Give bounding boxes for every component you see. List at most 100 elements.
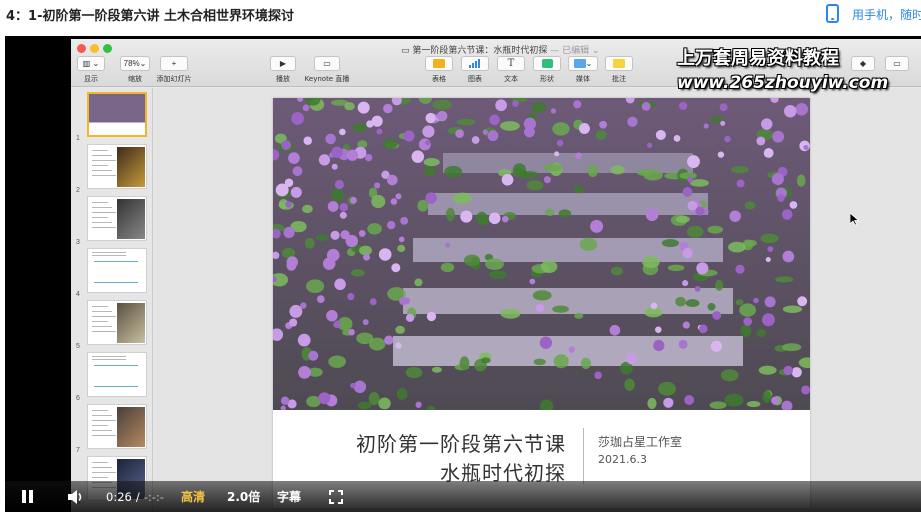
- slide-thumbnail[interactable]: [87, 248, 147, 293]
- table-button[interactable]: [425, 56, 453, 71]
- thumbnail-text-line: [92, 425, 108, 426]
- slide-photo-stairs-flowers: [273, 98, 810, 410]
- text-icon: T: [507, 58, 515, 69]
- page-title: 4：1-初阶第一阶段第六讲 土木合相世界环境探讨: [6, 9, 295, 24]
- slide-thumbnail-row[interactable]: 3: [71, 196, 152, 246]
- thumbnail-text-line: [92, 222, 112, 223]
- speed-button[interactable]: 2.0倍: [227, 481, 260, 512]
- slide-thumbnail[interactable]: [87, 300, 147, 345]
- page-header: 4：1-初阶第一阶段第六讲 土木合相世界环境探讨 用手机，随时: [0, 0, 921, 28]
- zoom-select[interactable]: 78% ⌄: [120, 56, 150, 71]
- pause-icon[interactable]: [22, 481, 36, 512]
- time-separator: /: [135, 489, 140, 504]
- slide-thumbnail-row[interactable]: 2: [71, 144, 152, 194]
- comment-label: 批注: [612, 75, 626, 83]
- thumbnail-text-line: [92, 356, 126, 357]
- thumbnail-text-line: [92, 155, 112, 156]
- slide-thumbnail[interactable]: [87, 404, 147, 449]
- thumbnail-text-line: [92, 430, 112, 431]
- thumbnail-text-line: [92, 175, 116, 176]
- thumbnail-picture: [117, 147, 145, 187]
- minimize-window-icon[interactable]: [90, 44, 99, 53]
- thumbnail-text-line: [92, 227, 116, 228]
- sidebar-icon: ▥ ⌄: [82, 59, 100, 68]
- play-slideshow-button[interactable]: ▶: [270, 56, 296, 71]
- keynote-live-button[interactable]: ▭: [314, 56, 340, 71]
- thumbnail-mindmap: [94, 365, 138, 387]
- thumbnail-text-line: [92, 255, 126, 256]
- thumbnail-text-line: [92, 306, 108, 307]
- current-slide[interactable]: 初阶第一阶段第六节课 水瓶时代初探 莎珈占星工作室 2021.6.3: [273, 98, 810, 508]
- thumbnail-text-line: [92, 160, 116, 161]
- zoom-window-icon[interactable]: [103, 44, 112, 53]
- player-control-bar: 0:26 / -:-:- 高清 2.0倍 字幕: [5, 481, 921, 512]
- media-icon: [573, 59, 586, 68]
- comment-button[interactable]: [605, 56, 633, 71]
- slide-studio-name: 莎珈占星工作室: [598, 435, 683, 449]
- thumbnail-text-line: [92, 321, 108, 322]
- panel-icon: ▭: [893, 59, 901, 68]
- thumbnail-text-line: [92, 202, 108, 203]
- watermark-url: www.265zhouyiw.com: [677, 73, 889, 93]
- thumbnail-text-line: [92, 462, 108, 463]
- comment-icon: [613, 59, 625, 68]
- table-icon: [433, 59, 445, 68]
- slide-thumbnail[interactable]: [87, 352, 147, 397]
- mouse-cursor-icon: [850, 213, 859, 226]
- text-label: 文本: [504, 75, 518, 83]
- subtitles-button[interactable]: 字幕: [277, 481, 301, 512]
- zoom-value: 78%: [123, 59, 140, 68]
- shape-button[interactable]: [533, 56, 561, 71]
- quality-button[interactable]: 高清: [181, 481, 205, 512]
- slide-canvas: 初阶第一阶段第六节课 水瓶时代初探 莎珈占星工作室 2021.6.3: [154, 88, 921, 512]
- keynote-live-label: Keynote 直播: [304, 75, 350, 83]
- slide-thumbnail-row[interactable]: 4: [71, 248, 152, 298]
- volume-icon[interactable]: [67, 481, 85, 512]
- document-panel-button[interactable]: ▭: [885, 56, 909, 71]
- thumbnail-text-line: [92, 472, 116, 473]
- thumbnail-text-line: [92, 217, 108, 218]
- thumbnail-picture: [117, 199, 145, 239]
- chevron-down-icon: ⌄: [139, 59, 147, 68]
- document-icon: ▭: [401, 46, 413, 56]
- thumbnail-text-line: [92, 477, 108, 478]
- slide-heading-line1: 初阶第一阶段第六节课: [356, 432, 566, 456]
- slide-thumbnail-row[interactable]: 7: [71, 404, 152, 454]
- thumbnail-text-line: [92, 150, 108, 151]
- slide-thumbnail-row[interactable]: 6: [71, 352, 152, 402]
- view-button[interactable]: ▥ ⌄: [77, 56, 105, 71]
- plus-icon: +: [171, 59, 177, 68]
- duration: -:-:-: [143, 489, 164, 504]
- fullscreen-icon[interactable]: [329, 481, 343, 512]
- document-name: 第一阶段第六节课：水瓶时代初探: [412, 46, 548, 56]
- slide-navigator: 12345678: [71, 88, 153, 512]
- animate-button[interactable]: ◆: [851, 56, 875, 71]
- keynote-window: ▭ 第一阶段第六节课：水瓶时代初探 — 已编辑 ⌄ ▥ ⌄ 显示 78% ⌄ 缩放…: [71, 39, 921, 512]
- slide-thumbnail-row[interactable]: 1: [71, 92, 152, 142]
- slide-number: 6: [76, 395, 80, 402]
- slide-number: 5: [76, 343, 80, 350]
- add-slide-button[interactable]: +: [160, 56, 188, 71]
- live-icon: ▭: [323, 59, 331, 68]
- chevron-down-icon: ⌄: [592, 46, 600, 56]
- slide-number: 2: [76, 187, 80, 194]
- slide-thumbnail[interactable]: [87, 92, 147, 137]
- current-time: 0:26: [106, 489, 132, 504]
- chart-button[interactable]: [461, 56, 489, 71]
- video-player[interactable]: ▭ 第一阶段第六节课：水瓶时代初探 — 已编辑 ⌄ ▥ ⌄ 显示 78% ⌄ 缩放…: [5, 36, 921, 512]
- text-button[interactable]: T: [497, 56, 525, 71]
- play-label: 播放: [276, 75, 290, 83]
- media-button[interactable]: ⌄: [568, 56, 598, 71]
- slide-divider: [583, 428, 584, 484]
- close-window-icon[interactable]: [77, 44, 86, 53]
- slide-thumbnail[interactable]: [87, 196, 147, 241]
- slide-thumbnail[interactable]: [87, 144, 147, 189]
- slide-thumbnail-row[interactable]: 5: [71, 300, 152, 350]
- thumbnail-text-line: [92, 207, 112, 208]
- document-status: — 已编辑: [550, 46, 590, 56]
- slide-number: 3: [76, 239, 80, 246]
- thumbnail-text-line: [92, 359, 126, 360]
- mobile-link[interactable]: 用手机，随时: [852, 6, 921, 23]
- phone-icon[interactable]: [826, 4, 839, 23]
- thumbnail-text-line: [92, 326, 112, 327]
